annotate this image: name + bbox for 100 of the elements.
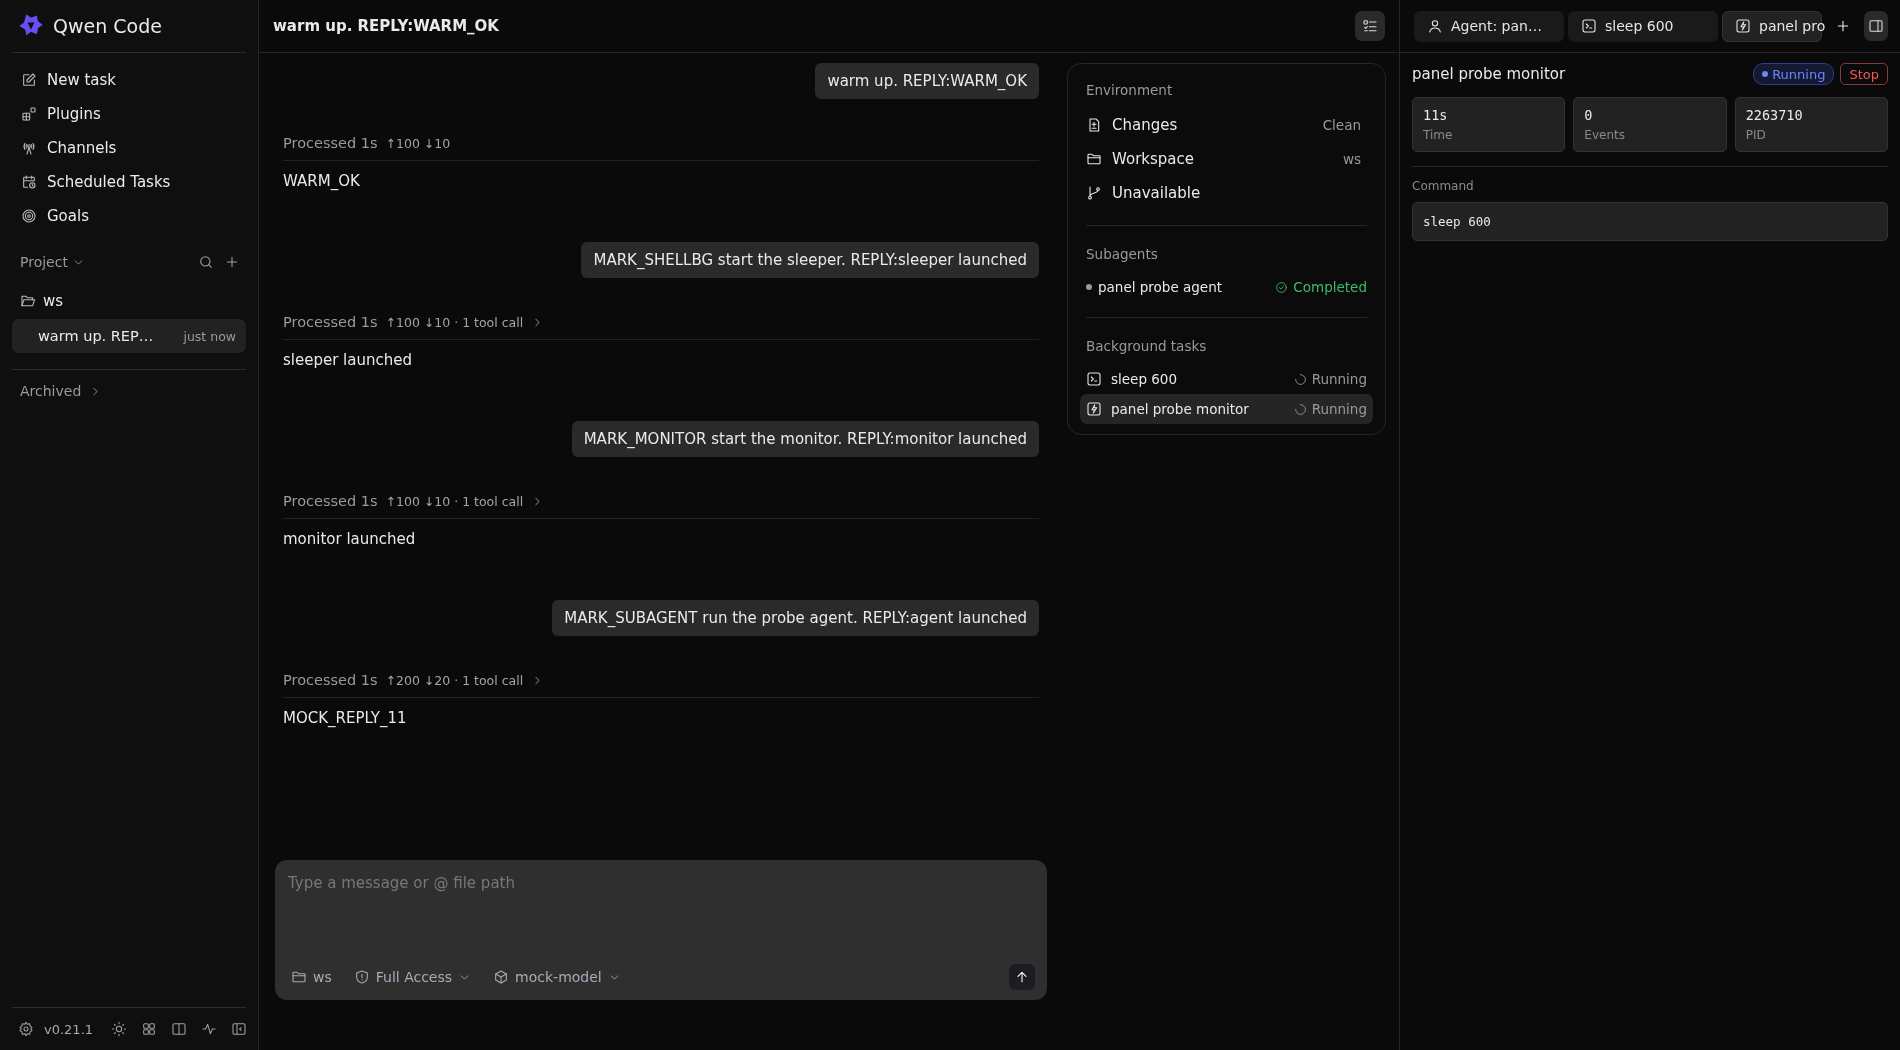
stat-value: 2263710: [1745, 107, 1804, 123]
nav-item[interactable]: Plugins: [12, 97, 246, 131]
task-status: Running: [1293, 401, 1367, 417]
background-task[interactable]: sleep 600 Running: [1080, 364, 1373, 394]
task-list-button[interactable]: [1355, 11, 1385, 41]
task-title: panel probe monitor: [1412, 65, 1567, 83]
task-title: warm up. REP…: [38, 328, 154, 344]
task-status: Running: [1293, 371, 1367, 387]
stat-label: Events: [1584, 128, 1626, 142]
sun-icon: [111, 1021, 128, 1037]
shield-icon: [353, 969, 370, 985]
nav-item[interactable]: Scheduled Tasks: [12, 165, 246, 199]
folder-icon: [1086, 151, 1102, 167]
environment-label: Workspace: [1112, 150, 1195, 168]
monitor-icon: [1086, 401, 1102, 417]
assistant-reply: sleeper launched: [283, 351, 413, 369]
monitor-icon: [1735, 18, 1751, 34]
environment-label: Unavailable: [1112, 184, 1202, 202]
command-box: sleep 600: [1412, 202, 1888, 241]
panel-tab[interactable]: Agent: pan…: [1414, 10, 1564, 42]
status-dot: [1086, 284, 1092, 290]
plugins-icon: [21, 106, 37, 122]
terminal-icon: [1581, 18, 1597, 34]
project-folder[interactable]: ws: [12, 283, 246, 319]
subagent-status: Completed: [1275, 279, 1367, 295]
task-name: sleep 600: [1111, 371, 1179, 387]
list-icon: [1362, 18, 1378, 34]
panel-toggle-button[interactable]: [1863, 11, 1888, 41]
subagent-name: panel probe agent: [1098, 279, 1223, 295]
nav-item[interactable]: Goals: [12, 199, 246, 233]
section-heading: Background tasks: [1085, 337, 1208, 356]
user-message: MARK_SUBAGENT run the probe agent. REPLY:agent launched: [552, 600, 1039, 636]
layout-button[interactable]: [171, 1021, 188, 1037]
user-message: warm up. REPLY:WARM_OK: [815, 63, 1039, 99]
activity-button[interactable]: [201, 1021, 218, 1037]
environment-label: Changes: [1112, 116, 1179, 134]
cube-icon: [493, 969, 510, 985]
assistant-reply: monitor launched: [283, 530, 417, 548]
conversation-title: warm up. REPLY:WARM_OK: [273, 17, 499, 35]
assistant-reply: WARM_OK: [283, 172, 361, 190]
token-stats: ↑100 ↓10: [385, 135, 451, 151]
spinner-icon: [1293, 372, 1307, 386]
folder-icon: [20, 293, 36, 309]
theme-button[interactable]: [111, 1021, 128, 1037]
columns-icon: [171, 1021, 188, 1037]
edit-icon: [21, 72, 37, 88]
workspace-selector[interactable]: ws: [291, 969, 332, 985]
stat-label: Time: [1423, 128, 1454, 142]
model-selector[interactable]: mock-model: [493, 969, 621, 985]
panel-icon: [1867, 18, 1884, 34]
plus-icon: [224, 254, 240, 270]
subagent-item[interactable]: panel probe agent Completed: [1080, 272, 1373, 302]
access-selector[interactable]: Full Access: [353, 969, 472, 985]
pulse-icon: [201, 1021, 218, 1037]
user-message: MARK_SHELLBG start the sleeper. REPLY:sleeper launched: [581, 242, 1039, 278]
nav-item[interactable]: Channels: [12, 131, 246, 165]
file-diff-icon: [1086, 117, 1102, 133]
antenna-icon: [21, 140, 37, 156]
version-label: v0.21.1: [44, 1021, 94, 1037]
arrow-up-icon: [1014, 969, 1030, 985]
assistant-reply: MOCK_REPLY_11: [283, 709, 408, 727]
terminal-icon: [1086, 371, 1102, 387]
settings-icon: [18, 1021, 34, 1037]
apps-button[interactable]: [141, 1021, 158, 1037]
branch-icon: [1086, 185, 1102, 201]
task-name: panel probe monitor: [1111, 401, 1250, 417]
search-icon: [198, 254, 214, 270]
background-task[interactable]: panel probe monitor Running: [1080, 394, 1373, 424]
archived-toggle[interactable]: Archived: [12, 369, 246, 399]
calendar-icon: [21, 174, 37, 190]
user-icon: [1427, 18, 1443, 34]
message-composer[interactable]: Type a message or @ file path ws Full Access mock-model: [275, 860, 1047, 1000]
section-heading: Environment: [1085, 81, 1174, 100]
folder-icon: [291, 969, 307, 985]
processing-summary[interactable]: Processed 1s ↑100 ↓10 · 1 tool call: [283, 305, 1039, 340]
task-item[interactable]: warm up. REP… just now: [12, 319, 246, 353]
stat-label: PID: [1745, 128, 1767, 142]
project-dropdown[interactable]: Project: [20, 254, 85, 270]
stat-value: 0: [1584, 107, 1594, 123]
environment-value: Clean: [1322, 117, 1362, 133]
send-button[interactable]: [1009, 964, 1035, 990]
processing-summary[interactable]: Processed 1s ↑100 ↓10 · 1 tool call: [283, 484, 1039, 519]
check-circle-icon: [1275, 280, 1289, 294]
add-button[interactable]: [224, 254, 240, 270]
command-label: Command: [1412, 179, 1475, 193]
settings-button[interactable]: [18, 1021, 34, 1037]
environment-value: ws: [1342, 151, 1362, 167]
processing-summary[interactable]: Processed 1s ↑200 ↓20 · 1 tool call: [283, 663, 1039, 698]
status-badge: Running: [1753, 63, 1835, 85]
task-time: just now: [183, 328, 236, 344]
nav-item[interactable]: New task: [12, 63, 246, 97]
stop-button[interactable]: Stop: [1840, 63, 1888, 85]
collapse-button[interactable]: [231, 1021, 248, 1037]
processing-label: Processed 1s: [283, 135, 378, 151]
panel-tab[interactable]: sleep 600: [1568, 10, 1718, 42]
sidebar-icon: [231, 1021, 248, 1037]
section-heading: Subagents: [1085, 245, 1159, 264]
target-icon: [21, 208, 37, 224]
user-message: MARK_MONITOR start the monitor. REPLY:monitor launched: [571, 421, 1039, 457]
search-button[interactable]: [198, 254, 214, 270]
